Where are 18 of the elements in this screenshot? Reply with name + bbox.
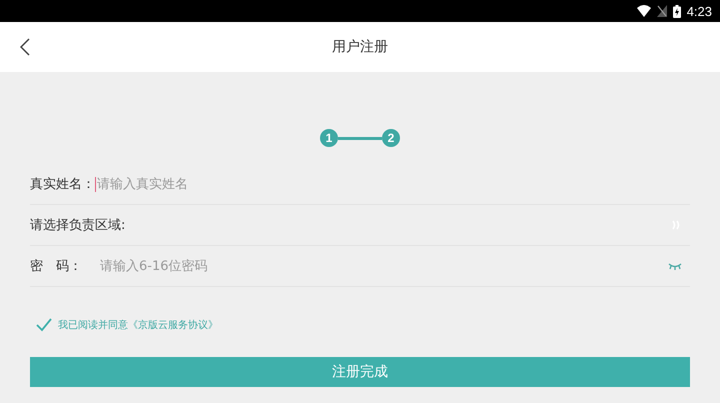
register-button[interactable]: 注册完成 <box>30 357 690 387</box>
battery-icon <box>672 4 681 18</box>
step-indicator: 2 <box>382 129 400 147</box>
status-time: 4:23 <box>686 4 712 18</box>
back-icon[interactable] <box>20 38 30 56</box>
eye-closed-icon[interactable] <box>668 262 682 270</box>
no-signal-icon <box>656 5 667 17</box>
field-label: 真实姓名： <box>30 176 95 193</box>
input-field[interactable]: 请输入真实姓名 <box>95 176 682 192</box>
agreement-text[interactable]: 我已阅读并同意《京版云服务协议》 <box>58 318 218 332</box>
checkbox[interactable] <box>36 317 52 333</box>
step-indicator: 1 <box>320 129 338 147</box>
page-title: 用户注册 <box>332 38 388 56</box>
field-label: 密 码： <box>30 258 83 275</box>
wifi-icon <box>636 5 651 17</box>
password-field[interactable]: 请输入6-16位密码 <box>100 258 668 274</box>
region-select[interactable]: 请选择负责区域: <box>30 216 672 234</box>
step-connector <box>338 136 382 140</box>
